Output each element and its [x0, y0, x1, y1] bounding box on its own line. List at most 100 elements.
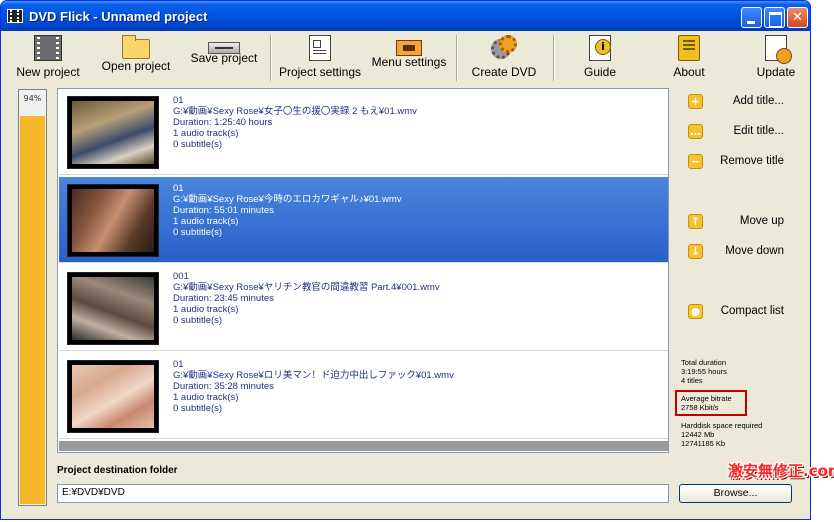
- title-subtitles: 0 subtitle(s): [173, 227, 223, 238]
- title-bar[interactable]: DVD Flick - Unnamed project ✕: [1, 1, 810, 31]
- plus-icon: +: [688, 94, 703, 109]
- title-name: 01: [173, 183, 184, 194]
- title-info: 01 G:¥動画¥Sexy Rose¥女子〇生の援〇実録 2 もえ¥01.wmv…: [173, 95, 417, 150]
- arrow-down-icon: ↓: [688, 244, 703, 259]
- create-dvd-label: Create DVD: [471, 65, 537, 79]
- title-name: 01: [173, 95, 184, 106]
- project-settings-button[interactable]: Project settings: [277, 33, 363, 83]
- project-settings-label: Project settings: [278, 65, 362, 79]
- title-name: 01: [173, 359, 184, 370]
- hdd-kb: 12741185 Kb: [681, 439, 726, 448]
- gears-icon: [491, 35, 517, 61]
- settings-document-icon: [309, 35, 331, 61]
- titles-count: 4 titles: [681, 376, 703, 385]
- harddisk-stats: Harddisk space required 12442 Mb 1274118…: [681, 421, 762, 448]
- watermark-logo: 激安無修正.com: [728, 462, 834, 480]
- progress-fill: [20, 116, 45, 504]
- average-bitrate-stats: Average bitrate 2758 Kbit/s: [681, 394, 732, 412]
- remove-title-button[interactable]: − Remove title: [688, 154, 784, 172]
- title-audio: 1 audio track(s): [173, 216, 239, 227]
- video-thumbnail: [67, 360, 159, 433]
- guide-label: Guide: [583, 65, 617, 79]
- toolbar-separator: [456, 35, 458, 81]
- title-info: 01 G:¥動画¥Sexy Rose¥ロリ美マン！ド迫力中出しファック¥01.w…: [173, 359, 454, 414]
- hdd-label: Harddisk space required: [681, 421, 763, 430]
- arrow-up-icon: ↑: [688, 214, 703, 229]
- menu-settings-button[interactable]: Menu settings: [369, 33, 449, 83]
- title-duration: Duration: 23:45 minutes: [173, 293, 274, 304]
- edit-title-button[interactable]: … Edit title...: [688, 124, 784, 142]
- compact-list-button[interactable]: ● Compact list: [688, 304, 784, 322]
- title-path: G:¥動画¥Sexy Rose¥ロリ美マン！ド迫力中出しファック¥01.wmv: [173, 370, 454, 381]
- title-list[interactable]: 01 G:¥動画¥Sexy Rose¥女子〇生の援〇実録 2 もえ¥01.wmv…: [57, 88, 669, 453]
- move-down-button[interactable]: ↓ Move down: [688, 244, 784, 262]
- move-up-button[interactable]: ↑ Move up: [688, 214, 784, 232]
- minimize-button[interactable]: [741, 7, 762, 28]
- dvd-flick-window: DVD Flick - Unnamed project ✕ New projec…: [0, 0, 811, 520]
- title-path: G:¥動画¥Sexy Rose¥女子〇生の援〇実録 2 もえ¥01.wmv: [173, 106, 417, 117]
- avg-bitrate-value: 2758 Kbit/s: [681, 403, 719, 412]
- video-thumbnail: [67, 184, 159, 257]
- save-project-button[interactable]: Save project: [188, 33, 260, 83]
- destination-folder-label: Project destination folder: [57, 465, 178, 476]
- video-thumbnail: [67, 272, 159, 345]
- update-label: Update: [756, 65, 796, 79]
- total-duration-value: 3:19:55 hours: [681, 367, 727, 376]
- guide-button[interactable]: Guide: [575, 33, 625, 83]
- browse-button[interactable]: Browse...: [679, 484, 792, 503]
- title-audio: 1 audio track(s): [173, 392, 239, 403]
- dvd-size-progress-bar: 94%: [18, 89, 47, 506]
- edit-title-label: Edit title...: [733, 125, 785, 137]
- destination-folder-input[interactable]: E:¥DVD¥DVD: [57, 484, 669, 503]
- list-item[interactable]: 01 G:¥動画¥Sexy Rose¥今時のエロカワギャル♪¥01.wmv Du…: [59, 177, 668, 263]
- title-audio: 1 audio track(s): [173, 304, 239, 315]
- window-title: DVD Flick - Unnamed project: [29, 9, 208, 24]
- update-icon: [765, 35, 792, 64]
- toolbar: New project Open project Save project Pr…: [5, 33, 808, 85]
- add-title-button[interactable]: + Add title...: [688, 94, 784, 112]
- move-down-label: Move down: [725, 245, 784, 257]
- title-subtitles: 0 subtitle(s): [173, 315, 223, 326]
- menu-icon: [396, 40, 422, 56]
- drive-icon: [208, 42, 240, 54]
- hdd-mb: 12442 Mb: [681, 430, 715, 439]
- avg-bitrate-label: Average bitrate: [681, 394, 732, 403]
- list-scroll-footer: [59, 441, 668, 451]
- title-subtitles: 0 subtitle(s): [173, 403, 223, 414]
- minus-icon: −: [688, 154, 703, 169]
- maximize-button[interactable]: [764, 7, 785, 28]
- title-path: G:¥動画¥Sexy Rose¥ヤリチン教官の間違教習 Part.4¥001.w…: [173, 282, 440, 293]
- menu-settings-label: Menu settings: [371, 55, 447, 69]
- about-button[interactable]: About: [664, 33, 714, 83]
- title-info: 01 G:¥動画¥Sexy Rose¥今時のエロカワギャル♪¥01.wmv Du…: [173, 183, 402, 238]
- update-button[interactable]: Update: [751, 33, 801, 83]
- close-button[interactable]: ✕: [787, 7, 808, 28]
- total-duration-label: Total duration: [681, 358, 727, 367]
- create-dvd-button[interactable]: Create DVD: [469, 33, 539, 83]
- compact-list-icon: ●: [688, 304, 703, 319]
- list-item[interactable]: 01 G:¥動画¥Sexy Rose¥ロリ美マン！ド迫力中出しファック¥01.w…: [59, 353, 668, 439]
- remove-title-label: Remove title: [720, 155, 784, 167]
- about-icon: [678, 35, 700, 61]
- film-app-icon: [7, 9, 23, 23]
- title-duration: Duration: 55:01 minutes: [173, 205, 274, 216]
- toolbar-separator: [270, 35, 272, 81]
- title-audio: 1 audio track(s): [173, 128, 239, 139]
- open-project-label: Open project: [101, 59, 171, 73]
- guide-info-icon: [589, 35, 611, 61]
- title-subtitles: 0 subtitle(s): [173, 139, 223, 150]
- list-item[interactable]: 001 G:¥動画¥Sexy Rose¥ヤリチン教官の間違教習 Part.4¥0…: [59, 265, 668, 351]
- title-name: 001: [173, 271, 189, 282]
- new-project-button[interactable]: New project: [13, 33, 83, 83]
- title-duration: Duration: 35:28 minutes: [173, 381, 274, 392]
- folder-icon: [122, 35, 150, 59]
- add-title-label: Add title...: [732, 95, 784, 107]
- new-project-label: New project: [16, 65, 80, 79]
- move-up-label: Move up: [739, 215, 784, 227]
- film-icon: [34, 35, 62, 61]
- open-project-button[interactable]: Open project: [100, 33, 172, 83]
- video-thumbnail: [67, 96, 159, 169]
- list-item[interactable]: 01 G:¥動画¥Sexy Rose¥女子〇生の援〇実録 2 もえ¥01.wmv…: [59, 89, 668, 175]
- progress-percent: 94%: [23, 94, 42, 103]
- toolbar-separator: [553, 35, 555, 81]
